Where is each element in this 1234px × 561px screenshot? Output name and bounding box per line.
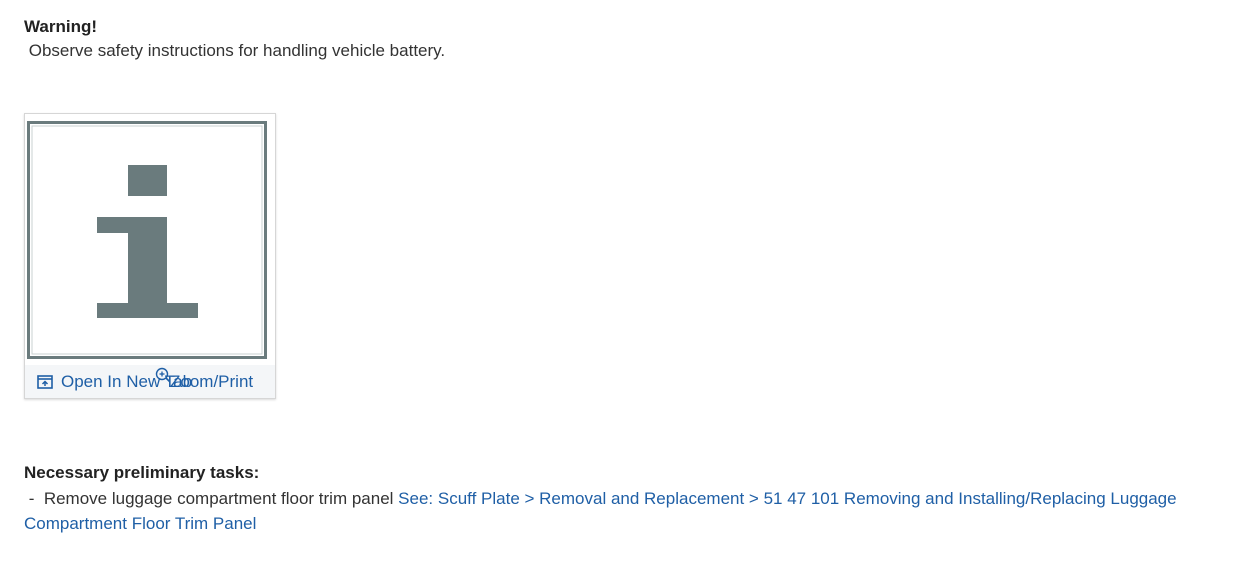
- document-page: Warning! Observe safety instructions for…: [0, 0, 1234, 561]
- preliminary-task-text: - Remove luggage compartment floor trim …: [24, 489, 399, 508]
- info-figure: Open In New Tab Zoom/Print: [24, 113, 276, 399]
- warning-text: Observe safety instructions for handling…: [24, 41, 446, 60]
- preliminary-tasks-title: Necessary preliminary tasks:: [24, 463, 260, 482]
- zoom-in-icon: [155, 367, 171, 383]
- preliminary-task-item: - Remove luggage compartment floor trim …: [24, 486, 1224, 536]
- info-icon[interactable]: [27, 121, 267, 359]
- warning-title: Warning!: [24, 17, 98, 36]
- figure-actions-bar: Open In New Tab Zoom/Print: [25, 365, 275, 398]
- open-in-new-tab-icon: [37, 375, 53, 389]
- zoom-print-label: Zoom/Print: [170, 372, 254, 391]
